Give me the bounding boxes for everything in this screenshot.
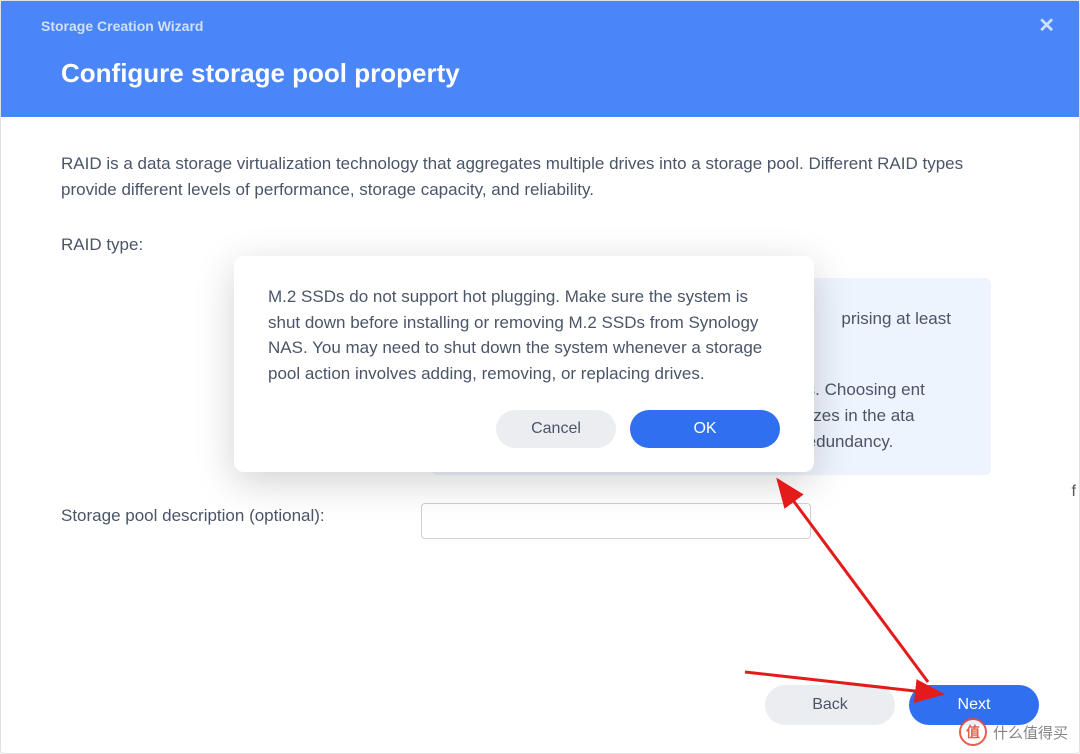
modal-footer: Cancel OK (268, 410, 780, 448)
watermark-badge-icon: 值 (959, 718, 987, 746)
ok-button[interactable]: OK (630, 410, 780, 448)
description-input[interactable] (421, 503, 811, 539)
close-icon[interactable]: ✕ (1038, 13, 1055, 38)
wizard-label: Storage Creation Wizard (41, 18, 203, 34)
page-title: Configure storage pool property (1, 38, 1079, 117)
wizard-header: Storage Creation Wizard ✕ Configure stor… (1, 1, 1079, 117)
intro-text: RAID is a data storage virtualization te… (61, 151, 1019, 204)
description-row: Storage pool description (optional): (61, 503, 1019, 539)
modal-message: M.2 SSDs do not support hot plugging. Ma… (268, 284, 780, 386)
watermark-text: 什么值得买 (993, 722, 1068, 743)
watermark: 值 什么值得买 (959, 718, 1068, 746)
raid-type-row: RAID type: (61, 232, 1019, 258)
cancel-button[interactable]: Cancel (496, 410, 616, 448)
wizard-footer: Back Next (1, 665, 1079, 753)
raid-type-label: RAID type: (61, 232, 421, 258)
description-label: Storage pool description (optional): (61, 503, 421, 529)
confirmation-modal: M.2 SSDs do not support hot plugging. Ma… (234, 256, 814, 472)
back-button[interactable]: Back (765, 685, 895, 725)
side-char: f (1072, 483, 1076, 501)
